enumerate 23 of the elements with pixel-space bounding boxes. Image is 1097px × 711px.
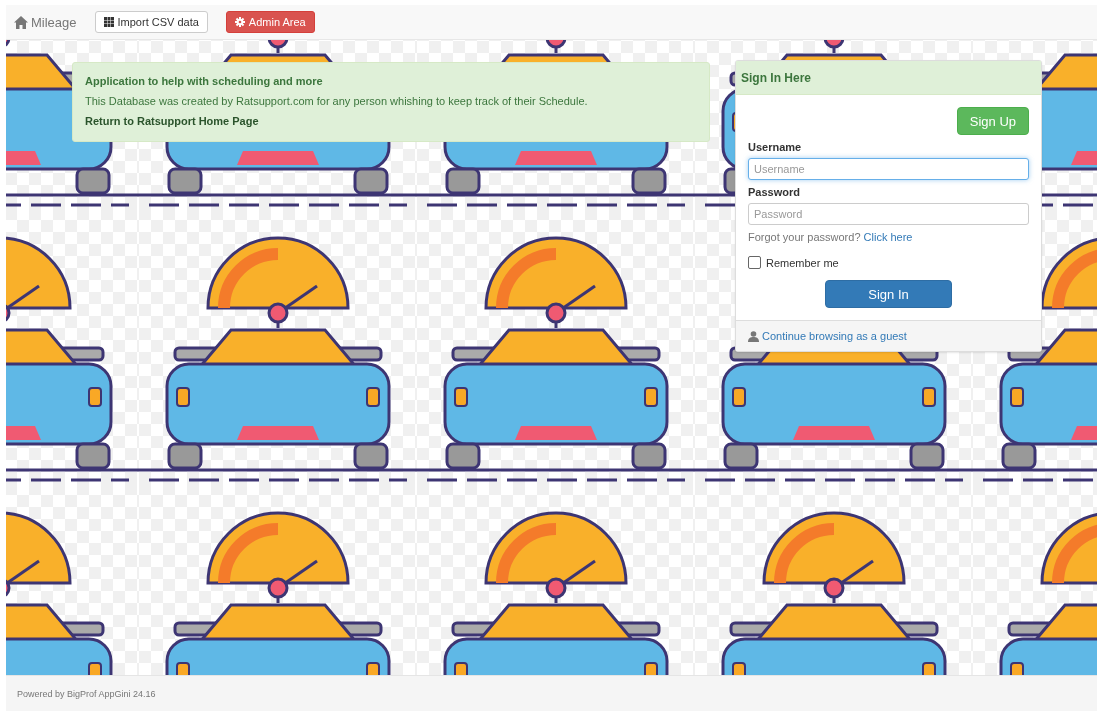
admin-button[interactable]: Admin Area [225,11,315,33]
import-button[interactable]: Import CSV data [94,11,208,33]
grid-icon [103,17,114,27]
forgot-password-text: Forgot your password? Click here [748,231,913,243]
info-text: This Database was created by Ratsupport.com for any person whishing to keep track of their Schedule. [85,95,589,107]
panel-title: Sign In Here [736,61,1041,95]
home-link[interactable]: Mileage [14,14,77,30]
user-icon [748,330,759,342]
info-title: Application to help with scheduling and more [85,75,324,87]
password-field[interactable]: Password [748,203,1029,225]
field-label: Password [748,186,800,198]
settings-icon [234,17,245,27]
checkbox-label: Remember me [766,256,839,269]
sign-up-button[interactable]: Sign Up [956,107,1029,135]
footer-text: Powered by BigProf AppGini 24.16 [17,688,156,699]
sign-in-button[interactable]: Sign In [825,280,952,308]
click-here-link[interactable]: Click here [863,231,913,243]
username-field[interactable]: Username [748,158,1029,180]
home-page-link[interactable]: Return to Ratsupport Home Page [85,115,259,127]
guest-link[interactable]: Continue browsing as a guest [762,330,907,342]
home-icon [14,15,28,29]
remember-checkbox[interactable] [748,256,761,269]
field-label: Username [748,141,802,153]
